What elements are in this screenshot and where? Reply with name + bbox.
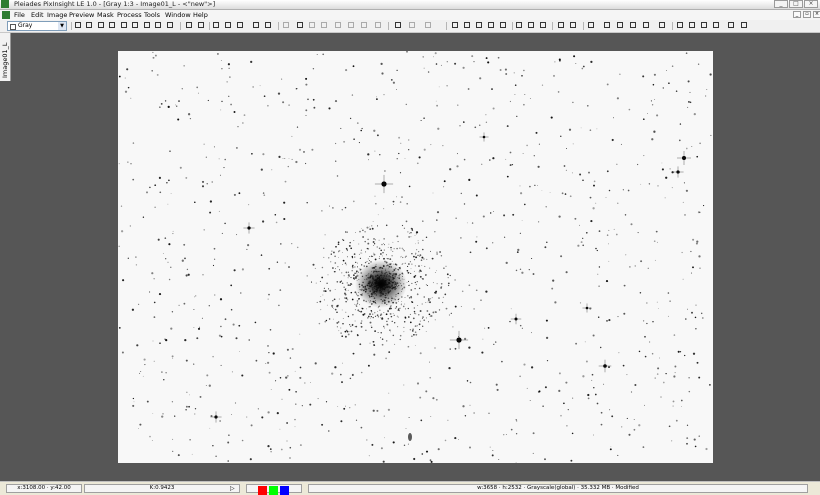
toolbar-separator: [71, 22, 72, 30]
history-tool[interactable]: [320, 21, 329, 30]
crop-image-tool[interactable]: [499, 21, 508, 30]
image-tab-label: Image01_L: [1, 42, 9, 79]
minimize-button[interactable]: _: [774, 0, 788, 8]
view-list-tool[interactable]: [688, 21, 697, 30]
status-bar: x:3108.00 · y:42.00 K:0.9423 ▷ w:3658 · …: [0, 481, 820, 495]
properties-tool[interactable]: [727, 21, 736, 30]
color-swatch-icon: [10, 24, 16, 30]
edit-preview-tool[interactable]: [154, 21, 163, 30]
move-tool[interactable]: [120, 21, 129, 30]
toolbar-separator: [583, 22, 584, 30]
toolbar-separator: [388, 22, 389, 30]
menu-window[interactable]: Window: [165, 10, 191, 20]
image-tab[interactable]: Image01_L: [0, 33, 11, 81]
visibility-tool[interactable]: [712, 21, 721, 30]
toolbar-separator: [180, 22, 181, 30]
channel-selector: [246, 484, 302, 495]
preview-tool[interactable]: [282, 21, 291, 30]
image-info: w:3658 · h:2532 · Grayscale(global) · 35…: [308, 484, 808, 493]
document-icon: [2, 11, 10, 19]
pan-tool[interactable]: [108, 21, 117, 30]
curves-tool[interactable]: [569, 21, 578, 30]
mdi-close-button[interactable]: ×: [813, 11, 820, 18]
mdi-restore-button[interactable]: ▫: [803, 11, 811, 18]
menu-image[interactable]: Image: [47, 10, 67, 20]
remove-mask-tool[interactable]: [374, 21, 383, 30]
colorspace-value: Gray: [18, 22, 33, 29]
new-preview-tool[interactable]: [143, 21, 152, 30]
zoom-out-tool[interactable]: [85, 21, 94, 30]
explorer-tool[interactable]: [658, 21, 667, 30]
redo-tool[interactable]: [308, 21, 317, 30]
execute-tool[interactable]: [408, 21, 417, 30]
undo-tool[interactable]: [296, 21, 305, 30]
k-value-readout: K:0.9423: [84, 484, 240, 493]
toolbar: Gray ▼: [0, 20, 820, 33]
play-icon[interactable]: ▷: [230, 485, 235, 492]
menu-tools[interactable]: Tools: [144, 10, 160, 20]
image-window[interactable]: [118, 50, 713, 464]
invert-mask-tool[interactable]: [347, 21, 356, 30]
channels-tool[interactable]: [527, 21, 536, 30]
crop-tool[interactable]: [131, 21, 140, 30]
grid-tool[interactable]: [629, 21, 638, 30]
rotate-tool[interactable]: [487, 21, 496, 30]
toolbar-separator: [209, 22, 210, 30]
fwhm-tool[interactable]: [603, 21, 612, 30]
process-tool[interactable]: [394, 21, 403, 30]
toolbar-separator: [278, 22, 279, 30]
colorspace-tool[interactable]: [539, 21, 548, 30]
menu-file[interactable]: File: [14, 10, 25, 20]
app-icon: [1, 0, 9, 8]
menu-mask[interactable]: Mask: [97, 10, 114, 20]
zoom-1-3-tool[interactable]: [236, 21, 245, 30]
menu-edit[interactable]: Edit: [31, 10, 44, 20]
zoom-1-1-tool[interactable]: [212, 21, 221, 30]
window-list-tool[interactable]: [740, 21, 749, 30]
mask-tool[interactable]: [334, 21, 343, 30]
menu-preview[interactable]: Preview: [69, 10, 94, 20]
mirror-tool[interactable]: [463, 21, 472, 30]
menu-process[interactable]: Process: [117, 10, 142, 20]
process-list-tool[interactable]: [700, 21, 709, 30]
rgb-tool[interactable]: [515, 21, 524, 30]
info-tool[interactable]: [616, 21, 625, 30]
duplicate-tool[interactable]: [451, 21, 460, 30]
toolbar-separator: [446, 22, 447, 30]
fit-view-tool[interactable]: [185, 21, 194, 30]
resample-tool[interactable]: [475, 21, 484, 30]
zoom-in-tool[interactable]: [74, 21, 83, 30]
close-button[interactable]: ×: [804, 0, 818, 8]
format-tool[interactable]: [676, 21, 685, 30]
window-title: Pleiades PixInsight LE 1.0 - [Gray 1:3 -…: [14, 0, 216, 8]
mdi-minimize-button[interactable]: _: [793, 11, 801, 18]
coords-readout: x:3108.00 · y:42.00: [6, 484, 82, 493]
readout-tool[interactable]: [97, 21, 106, 30]
script-tool[interactable]: [424, 21, 433, 30]
zoom-to-fit-tool[interactable]: [252, 21, 261, 30]
title-bar: Pleiades PixInsight LE 1.0 - [Gray 1:3 -…: [0, 0, 820, 10]
zoom-window-tool[interactable]: [166, 21, 175, 30]
workspace: Image01_L: [0, 33, 820, 481]
chevron-down-icon[interactable]: ▼: [58, 22, 66, 30]
console-tool[interactable]: [642, 21, 651, 30]
zoom-1-2-tool[interactable]: [224, 21, 233, 30]
starfield-image[interactable]: [118, 50, 713, 464]
show-mask-tool[interactable]: [360, 21, 369, 30]
toolbar-separator: [552, 22, 553, 30]
zoom-to-window-tool[interactable]: [264, 21, 273, 30]
colorspace-select[interactable]: Gray ▼: [7, 21, 67, 31]
maximize-button[interactable]: □: [789, 0, 803, 8]
histogram-tool[interactable]: [557, 21, 566, 30]
toolbar-separator: [672, 22, 673, 30]
toolbar-separator: [512, 22, 513, 30]
statistics-tool[interactable]: [587, 21, 596, 30]
menu-help[interactable]: Help: [193, 10, 208, 20]
full-view-tool[interactable]: [197, 21, 206, 30]
